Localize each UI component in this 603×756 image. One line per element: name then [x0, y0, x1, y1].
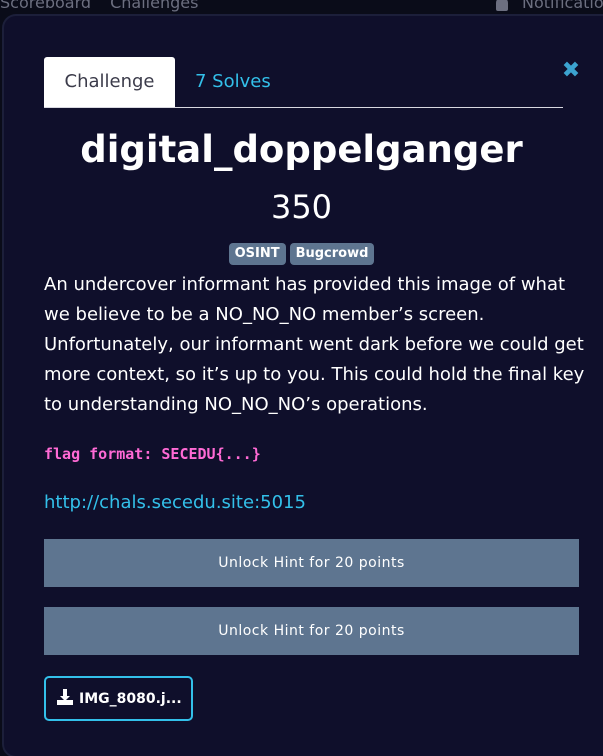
- bell-icon: [496, 0, 508, 11]
- tab-challenge[interactable]: Challenge: [44, 57, 175, 107]
- nav-challenges[interactable]: Challenges: [110, 0, 198, 12]
- tab-solves[interactable]: 7 Solves: [195, 57, 271, 107]
- nav-right[interactable]: Notifications: [496, 0, 603, 13]
- challenge-link[interactable]: http://chals.secedu.site:5015: [44, 490, 306, 516]
- modal-tabs: Challenge 7 Solves: [44, 57, 563, 108]
- tag-osint: OSINT: [228, 243, 286, 265]
- tag-bugcrowd: Bugcrowd: [289, 243, 375, 265]
- file-name: IMG_8080.j...: [79, 691, 182, 707]
- tag-list: OSINT Bugcrowd: [0, 243, 603, 265]
- challenge-title: digital_doppelganger: [80, 128, 523, 171]
- flag-format: flag format: SECEDU{...}: [44, 445, 261, 463]
- challenge-points: 350: [270, 188, 333, 226]
- unlock-hint-button-1[interactable]: Unlock Hint for 20 points: [44, 539, 579, 587]
- close-icon[interactable]: ✖: [560, 60, 582, 82]
- file-download-button[interactable]: IMG_8080.j...: [44, 676, 193, 721]
- nav-scoreboard[interactable]: Scoreboard: [0, 0, 91, 12]
- nav-left: Scoreboard Challenges: [0, 0, 212, 13]
- unlock-hint-button-2[interactable]: Unlock Hint for 20 points: [44, 607, 579, 655]
- download-icon: [57, 689, 73, 705]
- challenge-description: An undercover informant has provided thi…: [44, 274, 585, 415]
- nav-notifications[interactable]: Notifications: [522, 0, 603, 12]
